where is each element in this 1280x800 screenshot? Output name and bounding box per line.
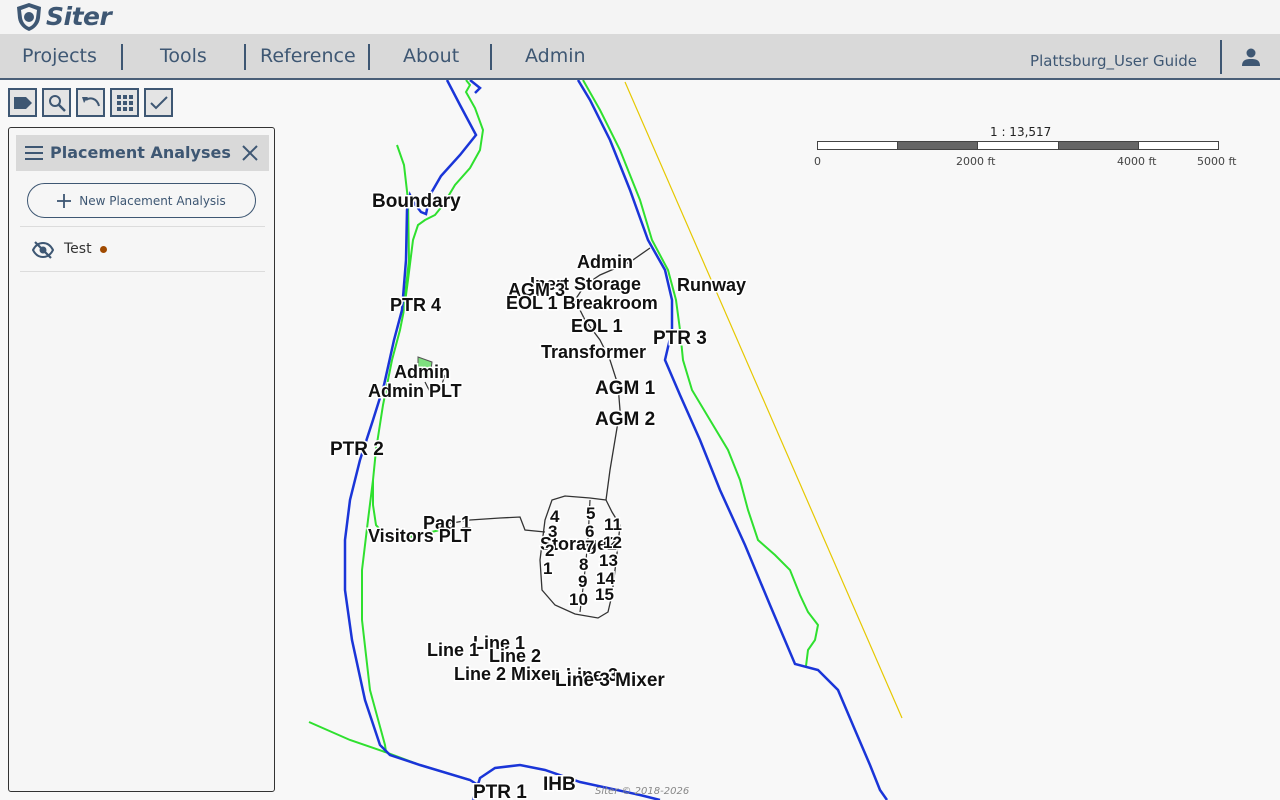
magazine-label: 5	[586, 504, 595, 523]
nav-reference[interactable]: Reference	[260, 45, 356, 67]
nav-separator	[490, 44, 492, 70]
current-project-name[interactable]: Plattsburg_User Guide	[1030, 52, 1197, 70]
brand-name: Siter	[46, 2, 112, 31]
shield-logo-icon	[17, 3, 41, 31]
new-placement-analysis-button[interactable]: New Placement Analysis	[27, 183, 256, 218]
magazine-label: 10	[569, 590, 588, 609]
user-account-icon[interactable]	[1240, 46, 1262, 68]
magazine-label: 7	[585, 537, 594, 556]
magazine-label: 1	[543, 559, 552, 578]
undo-icon	[81, 96, 100, 106]
map-label: Line 2 Mixer	[454, 664, 558, 684]
scale-segment	[1058, 141, 1139, 150]
green-boundary-line-5	[582, 80, 820, 667]
analysis-list-item[interactable]: Test	[20, 228, 265, 272]
analysis-status-dot	[100, 246, 107, 253]
label-icon	[13, 96, 32, 109]
map-label: Boundary	[372, 191, 461, 212]
map-label: Admin	[577, 252, 633, 272]
map-label: Transformer	[541, 342, 646, 362]
map-label: PTR 3	[653, 328, 707, 349]
map-label: Admin PLT	[368, 381, 462, 401]
magazine-label: 2	[545, 541, 554, 560]
scale-tick: 5000 ft	[1197, 155, 1237, 168]
nav-separator	[244, 44, 246, 70]
scale-segment	[977, 141, 1059, 150]
map-label: EOL 1 Breakroom	[506, 293, 658, 313]
close-icon[interactable]	[241, 144, 259, 162]
green-boundary-line-4	[308, 721, 471, 781]
scale-segment	[817, 141, 898, 150]
magazine-label: 12	[603, 533, 622, 552]
map-label: PTR 1	[473, 782, 527, 800]
scale-tick: 2000 ft	[956, 155, 996, 168]
nav-about[interactable]: About	[403, 45, 459, 67]
check-icon	[149, 95, 168, 109]
nav-projects[interactable]: Projects	[22, 45, 97, 67]
placement-analyses-panel: Placement Analyses New Placement Analysi…	[8, 127, 275, 792]
green-boundary-line-3	[361, 479, 387, 753]
magazine-label: 9	[578, 572, 587, 591]
scale-tick: 4000 ft	[1117, 155, 1157, 168]
nav-admin[interactable]: Admin	[525, 45, 586, 67]
blue-boundary-line-3	[469, 80, 482, 94]
magazine-label: 11	[604, 515, 622, 534]
magazine-labels: 432156789101112131415	[542, 503, 624, 611]
magazine-label: 3	[548, 522, 557, 541]
map-label: PTR 2	[330, 439, 384, 460]
search-tool-button[interactable]	[42, 88, 71, 117]
panel-divider	[20, 271, 265, 272]
map-label: Admin	[394, 362, 450, 382]
grid-tool-button[interactable]	[110, 88, 139, 117]
search-icon	[48, 94, 66, 112]
map-label: AGM 1	[595, 378, 656, 399]
visibility-off-icon[interactable]	[32, 240, 54, 260]
panel-divider	[20, 226, 265, 227]
map-label: AGM 2	[595, 409, 655, 430]
map-label: Visitors PLT	[368, 526, 471, 546]
map-label: Line 2	[489, 646, 541, 666]
scale-ratio: 1 : 13,517	[990, 125, 1052, 139]
magazine-label: 15	[595, 585, 614, 604]
main-nav: Projects Tools Reference About Admin Pla…	[0, 34, 1280, 80]
map-label: Line 1	[427, 640, 479, 660]
new-placement-analysis-label: New Placement Analysis	[79, 193, 226, 208]
panel-header: Placement Analyses	[16, 135, 269, 171]
map-labels: BoundaryAdminInert Storage RunwayAGM 3EOL…	[329, 190, 748, 800]
app-root: Boundary Admin Inert Storage Runway AGM 3 EOL…	[0, 0, 1280, 800]
map-label: PTR 4	[390, 295, 441, 315]
label-tool-button[interactable]	[8, 88, 37, 117]
magazine-label: 13	[599, 551, 618, 570]
scale-tick: 0	[814, 155, 821, 168]
map-label: IHB	[543, 774, 576, 795]
brand-bar: Siter	[0, 0, 1280, 34]
check-tool-button[interactable]	[144, 88, 173, 117]
plus-icon	[57, 193, 72, 208]
nav-separator	[1220, 40, 1222, 74]
map-label: Line 3 Mixer	[555, 670, 665, 691]
blue-boundary-line-2	[576, 80, 889, 800]
map-label: EOL 1	[571, 316, 623, 336]
panel-title: Placement Analyses	[50, 143, 231, 162]
nav-separator	[368, 44, 370, 70]
runway-line	[624, 81, 903, 719]
nav-separator	[121, 44, 123, 70]
map-label: Runway	[677, 275, 746, 295]
copyright-notice: Siter © 2018-2026	[595, 786, 690, 797]
menu-icon[interactable]	[25, 145, 43, 161]
analysis-name: Test	[64, 241, 92, 257]
scale-segment	[897, 141, 978, 150]
scale-segment	[1138, 141, 1219, 150]
scale-bar: 1 : 13,517 0 2000 ft 4000 ft 5000 ft	[814, 124, 1246, 172]
undo-tool-button[interactable]	[76, 88, 105, 117]
nav-tools[interactable]: Tools	[160, 45, 207, 67]
grid-icon	[116, 94, 133, 111]
